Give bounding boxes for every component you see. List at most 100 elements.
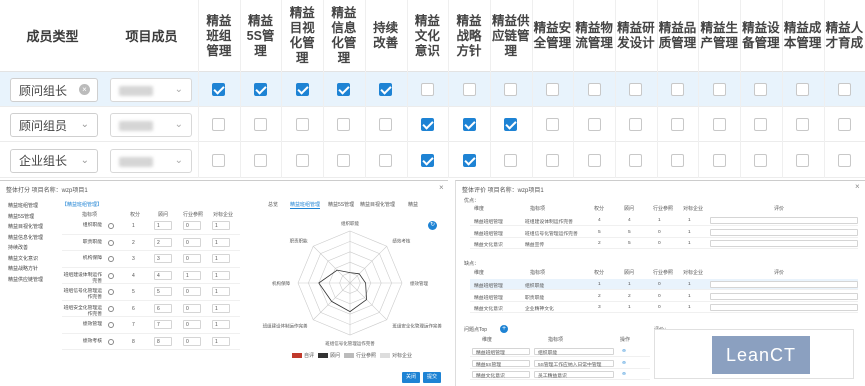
permission-checkbox[interactable] bbox=[837, 83, 851, 96]
permission-checkbox[interactable] bbox=[462, 118, 476, 132]
permission-checkbox[interactable] bbox=[754, 83, 768, 96]
permission-checkbox[interactable] bbox=[712, 83, 726, 96]
permission-checkbox[interactable] bbox=[462, 153, 476, 167]
nav-item[interactable]: 精益目视化管理 bbox=[8, 222, 58, 233]
permission-checkbox[interactable] bbox=[295, 83, 309, 96]
industry-score-input[interactable]: 0 bbox=[183, 237, 201, 247]
industry-score-input[interactable]: 1 bbox=[183, 270, 201, 280]
permission-checkbox[interactable] bbox=[754, 118, 768, 132]
evaluation-input[interactable] bbox=[710, 281, 858, 288]
permission-checkbox[interactable] bbox=[254, 83, 268, 96]
consultant-score-input[interactable]: 5 bbox=[154, 287, 172, 296]
permission-checkbox[interactable] bbox=[420, 83, 434, 96]
close-icon[interactable]: × bbox=[855, 182, 860, 191]
delete-icon[interactable]: ⊖ bbox=[622, 349, 626, 354]
submit-button[interactable]: 提交 bbox=[423, 372, 441, 383]
consultant-score-input[interactable]: 3 bbox=[154, 254, 172, 263]
permission-checkbox[interactable] bbox=[212, 83, 226, 96]
evaluation-input[interactable] bbox=[710, 217, 858, 224]
consultant-score-input[interactable]: 1 bbox=[154, 221, 172, 230]
permission-checkbox[interactable] bbox=[212, 153, 226, 167]
permission-checkbox[interactable] bbox=[754, 153, 768, 167]
permission-checkbox[interactable] bbox=[712, 118, 726, 132]
nav-item[interactable]: 精益文化意识 bbox=[8, 254, 58, 265]
permission-checkbox[interactable] bbox=[337, 153, 351, 167]
info-icon[interactable] bbox=[108, 272, 114, 279]
permission-checkbox[interactable] bbox=[420, 153, 434, 167]
permission-checkbox[interactable] bbox=[837, 118, 851, 132]
permission-checkbox[interactable] bbox=[587, 153, 601, 167]
legend-item[interactable]: 顾问 bbox=[314, 353, 340, 359]
permission-checkbox[interactable] bbox=[254, 153, 268, 167]
project-member-select[interactable]: ⌄ bbox=[110, 148, 192, 173]
permission-checkbox[interactable] bbox=[671, 118, 685, 132]
permission-checkbox[interactable] bbox=[379, 83, 393, 96]
industry-score-input[interactable]: 0 bbox=[183, 254, 201, 263]
permission-checkbox[interactable] bbox=[504, 153, 518, 167]
evaluation-input[interactable] bbox=[710, 228, 858, 236]
info-icon[interactable] bbox=[108, 338, 114, 345]
permission-checkbox[interactable] bbox=[796, 118, 810, 132]
evaluation-input[interactable] bbox=[710, 304, 858, 311]
member-type-select[interactable]: 顾问组员 ⌄ bbox=[10, 113, 98, 138]
permission-checkbox[interactable] bbox=[420, 118, 434, 132]
benchmark-score-input[interactable]: 1 bbox=[212, 320, 230, 329]
radar-tab[interactable]: 精益目视化管理 bbox=[360, 201, 395, 208]
permission-checkbox[interactable] bbox=[379, 153, 393, 167]
nav-item[interactable]: 精益信息化管理 bbox=[8, 233, 58, 244]
permission-checkbox[interactable] bbox=[629, 118, 643, 132]
member-type-select[interactable]: 顾问组长 × bbox=[10, 78, 98, 102]
permission-checkbox[interactable] bbox=[212, 118, 226, 132]
benchmark-score-input[interactable]: 1 bbox=[212, 287, 230, 296]
close-button[interactable]: 关闭 bbox=[402, 372, 420, 383]
legend-item[interactable]: 对标企业 bbox=[376, 353, 412, 359]
benchmark-score-input[interactable]: 1 bbox=[212, 336, 230, 346]
evaluation-input[interactable] bbox=[710, 292, 858, 300]
permission-checkbox[interactable] bbox=[462, 83, 476, 96]
permission-checkbox[interactable] bbox=[504, 83, 518, 96]
permission-checkbox[interactable] bbox=[671, 153, 685, 167]
permission-checkbox[interactable] bbox=[629, 153, 643, 167]
industry-score-input[interactable]: 0 bbox=[183, 336, 201, 346]
industry-score-input[interactable]: 0 bbox=[183, 221, 201, 230]
consultant-score-input[interactable]: 8 bbox=[154, 336, 172, 346]
permission-checkbox[interactable] bbox=[587, 118, 601, 132]
permission-checkbox[interactable] bbox=[629, 83, 643, 96]
nav-item[interactable]: 精益班组管理 bbox=[8, 201, 58, 212]
permission-checkbox[interactable] bbox=[796, 153, 810, 167]
member-type-select[interactable]: 企业组长 ⌄ bbox=[10, 148, 98, 173]
legend-item[interactable]: 自评 bbox=[288, 353, 314, 359]
delete-icon[interactable]: ⊖ bbox=[622, 372, 626, 377]
permission-checkbox[interactable] bbox=[295, 153, 309, 167]
radar-tab[interactable]: 精益班组管理 bbox=[290, 201, 321, 209]
radar-tab[interactable]: 精益 bbox=[408, 201, 418, 208]
industry-score-input[interactable]: 0 bbox=[183, 303, 201, 313]
permission-checkbox[interactable] bbox=[504, 118, 518, 132]
permission-checkbox[interactable] bbox=[379, 118, 393, 132]
project-member-select[interactable]: ⌄ bbox=[110, 113, 192, 138]
permission-checkbox[interactable] bbox=[712, 153, 726, 167]
radar-tab[interactable]: 总览 bbox=[268, 201, 278, 208]
info-icon[interactable] bbox=[108, 256, 114, 262]
permission-checkbox[interactable] bbox=[545, 118, 559, 132]
radar-tab[interactable]: 精益5S管理 bbox=[328, 201, 354, 208]
permission-checkbox[interactable] bbox=[337, 118, 351, 132]
evaluation-input[interactable] bbox=[710, 240, 858, 247]
info-icon[interactable] bbox=[108, 305, 114, 312]
nav-item[interactable]: 精益供应链管理 bbox=[8, 275, 58, 286]
info-icon[interactable] bbox=[108, 239, 114, 246]
info-icon[interactable] bbox=[108, 289, 114, 295]
project-member-select[interactable]: ⌄ bbox=[110, 78, 192, 102]
permission-checkbox[interactable] bbox=[671, 83, 685, 96]
benchmark-score-input[interactable]: 1 bbox=[212, 303, 230, 313]
permission-checkbox[interactable] bbox=[337, 83, 351, 96]
permission-checkbox[interactable] bbox=[545, 153, 559, 167]
industry-score-input[interactable]: 0 bbox=[183, 287, 201, 296]
benchmark-score-input[interactable]: 1 bbox=[212, 237, 230, 247]
nav-item[interactable]: 持续改善 bbox=[8, 243, 58, 254]
permission-checkbox[interactable] bbox=[295, 118, 309, 132]
add-problem-button[interactable]: + bbox=[500, 325, 508, 333]
consultant-score-input[interactable]: 6 bbox=[154, 303, 172, 313]
delete-icon[interactable]: ⊖ bbox=[622, 361, 626, 366]
consultant-score-input[interactable]: 7 bbox=[154, 320, 172, 329]
